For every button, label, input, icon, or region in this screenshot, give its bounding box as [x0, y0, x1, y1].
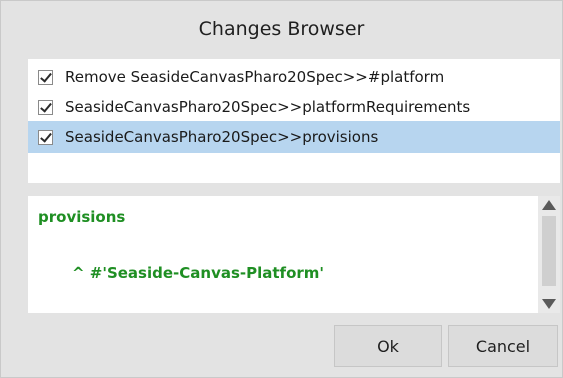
cancel-button[interactable]: Cancel	[448, 325, 558, 367]
window-title: Changes Browser	[198, 18, 365, 40]
change-label: SeasideCanvasPharo20Spec>>provisions	[65, 128, 379, 146]
code-diff-pane[interactable]: provisions ^ #'Seaside-Canvas-Platform'	[28, 196, 538, 313]
code-scrollbar[interactable]	[538, 196, 560, 313]
scroll-down-arrow-icon[interactable]	[542, 299, 556, 309]
checkbox-checked-icon[interactable]	[38, 129, 53, 145]
checkbox-checked-icon[interactable]	[38, 99, 53, 115]
change-row-remove-platform[interactable]: Remove SeasideCanvasPharo20Spec>>#platfo…	[28, 61, 560, 93]
scroll-up-arrow-icon[interactable]	[542, 200, 556, 210]
change-label: SeasideCanvasPharo20Spec>>platformRequir…	[65, 98, 471, 116]
code-method-name: provisions	[38, 208, 126, 226]
code-method-body: ^ #'Seaside-Canvas-Platform'	[72, 264, 324, 282]
scroll-thumb[interactable]	[542, 216, 556, 286]
ok-button[interactable]: Ok	[334, 325, 442, 367]
change-row-provisions[interactable]: SeasideCanvasPharo20Spec>>provisions	[28, 121, 560, 153]
changes-browser-window: Changes Browser Remove SeasideCanvasPhar…	[0, 0, 563, 378]
checkbox-checked-icon[interactable]	[38, 69, 53, 85]
change-row-platform-requirements[interactable]: SeasideCanvasPharo20Spec>>platformRequir…	[28, 91, 560, 123]
changes-list[interactable]: Remove SeasideCanvasPharo20Spec>>#platfo…	[28, 59, 560, 183]
change-label: Remove SeasideCanvasPharo20Spec>>#platfo…	[65, 68, 445, 86]
